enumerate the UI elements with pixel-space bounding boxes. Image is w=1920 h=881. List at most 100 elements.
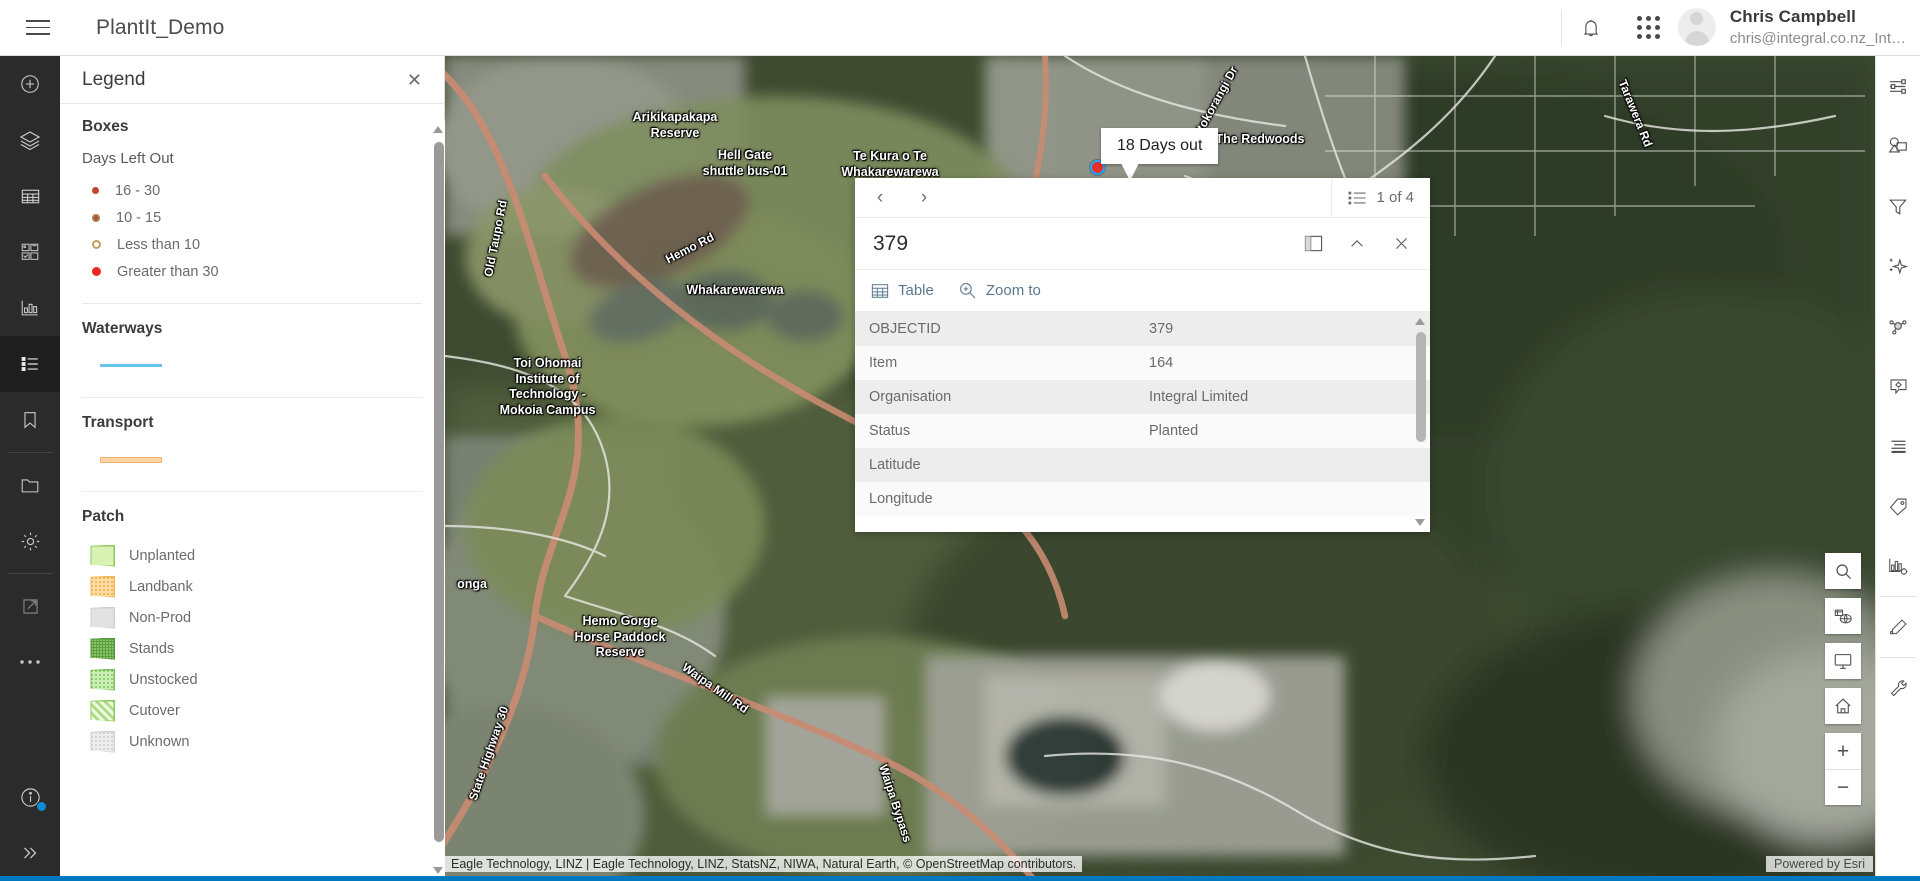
popup-gear-icon[interactable] (1876, 356, 1920, 416)
legend-item-label: Less than 10 (117, 236, 201, 253)
legend-item-label: 16 - 30 (115, 182, 161, 199)
popup-scrollbar[interactable] (1414, 316, 1427, 528)
legend-item: 16 - 30 (82, 177, 422, 204)
funnel-icon[interactable] (1876, 176, 1920, 236)
zoom-out-label: − (1836, 776, 1850, 799)
legend-group-title: Transport (82, 414, 154, 431)
left-tool-rail (0, 56, 60, 881)
dock-panel-icon[interactable] (1298, 229, 1328, 259)
media-shapes-icon[interactable] (1876, 116, 1920, 176)
zoom-to-tool-label: Zoom to (985, 282, 1041, 299)
chevron-left-icon[interactable]: ‹ (865, 183, 895, 213)
close-icon[interactable] (1386, 229, 1416, 259)
sidebar-item-more-options[interactable] (0, 634, 60, 690)
chevron-right-icon[interactable]: › (909, 183, 939, 213)
legend-scrollbar[interactable] (432, 120, 445, 880)
zoom-in-button[interactable]: + (1825, 733, 1861, 769)
legend-group-boxes: Boxes Days Left Out 16 - 30 10 - 15 Less… (82, 104, 422, 304)
scrollbar-thumb[interactable] (1415, 332, 1426, 442)
network-icon[interactable] (1876, 296, 1920, 356)
home-icon[interactable] (1825, 688, 1861, 724)
table-row: Longitude (855, 482, 1430, 516)
sidebar-item-legend[interactable] (0, 336, 60, 392)
popup-title-actions (1298, 229, 1416, 259)
point-symbol (92, 240, 101, 249)
rail-divider (7, 452, 53, 453)
zoom-to-tool-button[interactable]: Zoom to (958, 281, 1041, 300)
scroll-down-arrow[interactable] (433, 867, 443, 874)
popup-title-row: 379 (855, 218, 1430, 270)
right-tool-rail (1875, 56, 1920, 881)
sidebar-item-charts[interactable] (0, 280, 60, 336)
app-grid-icon[interactable] (1620, 0, 1678, 56)
legend-item-label: Non-Prod (129, 609, 192, 626)
point-symbol (92, 213, 100, 222)
legend-item: Less than 10 (82, 231, 422, 258)
user-name: Chris Campbell (1729, 7, 1856, 27)
sidebar-item-folder[interactable] (0, 457, 60, 513)
legend-item: Unknown (82, 726, 422, 757)
table-row: Organisation Integral Limited (855, 380, 1430, 414)
sidebar-item-bookmarks[interactable] (0, 392, 60, 448)
close-icon[interactable]: ✕ (407, 71, 422, 89)
point-symbol (92, 267, 101, 276)
monitor-icon[interactable] (1825, 643, 1861, 679)
popup-tool-row: Table Zoom to (855, 270, 1430, 312)
popup-nav-arrows: ‹ › (855, 183, 939, 213)
chevron-up-icon[interactable] (1342, 229, 1372, 259)
scroll-up-arrow[interactable] (1415, 318, 1425, 325)
attribute-value: Planted (1135, 414, 1430, 448)
attribute-value: Integral Limited (1135, 380, 1430, 414)
legend-item-label: Unknown (129, 733, 190, 750)
scroll-up-arrow[interactable] (433, 126, 443, 133)
sidebar-item-add-layer[interactable] (0, 56, 60, 112)
legend-item-label: Cutover (129, 702, 180, 719)
legend-content: Boxes Days Left Out 16 - 30 10 - 15 Less… (60, 104, 444, 881)
bell-icon[interactable] (1562, 0, 1620, 56)
legend-item: Cutover (82, 695, 422, 726)
legend-item-label: Stands (129, 640, 175, 657)
text-lines-icon[interactable] (1876, 416, 1920, 476)
scroll-down-arrow[interactable] (1415, 519, 1425, 526)
attribute-key: Longitude (855, 482, 1135, 516)
attribute-value: 164 (1135, 346, 1430, 380)
popup-counter-label: 1 of 4 (1376, 189, 1414, 206)
zoom-out-button[interactable]: − (1825, 769, 1861, 805)
legend-item-label: Unstocked (129, 671, 198, 688)
search-icon[interactable] (1825, 553, 1861, 589)
sidebar-item-settings[interactable] (0, 513, 60, 569)
sliders-icon[interactable] (1876, 56, 1920, 116)
table-tool-button[interactable]: Table (871, 282, 934, 300)
sidebar-item-info[interactable] (0, 769, 60, 825)
sidebar-item-widgets[interactable] (0, 224, 60, 280)
chart-gear-icon[interactable] (1876, 536, 1920, 596)
polygon-symbol (90, 606, 115, 629)
page-title: PlantIt_Demo (96, 15, 225, 39)
map-callout-tooltip: 18 Days out (1101, 128, 1219, 181)
pencil-icon[interactable] (1876, 597, 1920, 657)
scrollbar-thumb[interactable] (433, 142, 444, 842)
sidebar-item-attribute-table[interactable] (0, 168, 60, 224)
legend-group-title: Waterways (82, 320, 163, 337)
line-symbol (100, 456, 162, 463)
attribute-key: Organisation (855, 380, 1135, 414)
feature-popup: ‹ › 1 of 4 379 Table Zoom to OBJECTID 37… (855, 177, 1430, 532)
sparkle-icon[interactable] (1876, 236, 1920, 296)
sidebar-item-share[interactable] (0, 578, 60, 634)
basemap-icon[interactable] (1825, 598, 1861, 634)
tag-icon[interactable] (1876, 476, 1920, 536)
user-account-menu[interactable]: Chris Campbell chris@integral.co.nz_Int… (1677, 6, 1920, 49)
popup-attribute-table: OBJECTID 379 Item 164 Organisation Integ… (855, 312, 1430, 516)
rail-divider-2 (7, 573, 53, 574)
line-symbol (100, 364, 162, 367)
legend-group-subtitle: Days Left Out (82, 150, 174, 167)
sidebar-item-layers[interactable] (0, 112, 60, 168)
expand-rail-button[interactable] (0, 825, 60, 881)
polygon-symbol (90, 668, 115, 691)
avatar (1677, 8, 1716, 47)
legend-group-patch: Patch Unplanted Landbank Non-Prod Stands (82, 492, 422, 775)
table-icon (871, 283, 889, 298)
popup-feature-counter[interactable]: 1 of 4 (1331, 177, 1430, 218)
wrench-icon[interactable] (1876, 658, 1920, 718)
hamburger-icon[interactable] (10, 0, 66, 56)
